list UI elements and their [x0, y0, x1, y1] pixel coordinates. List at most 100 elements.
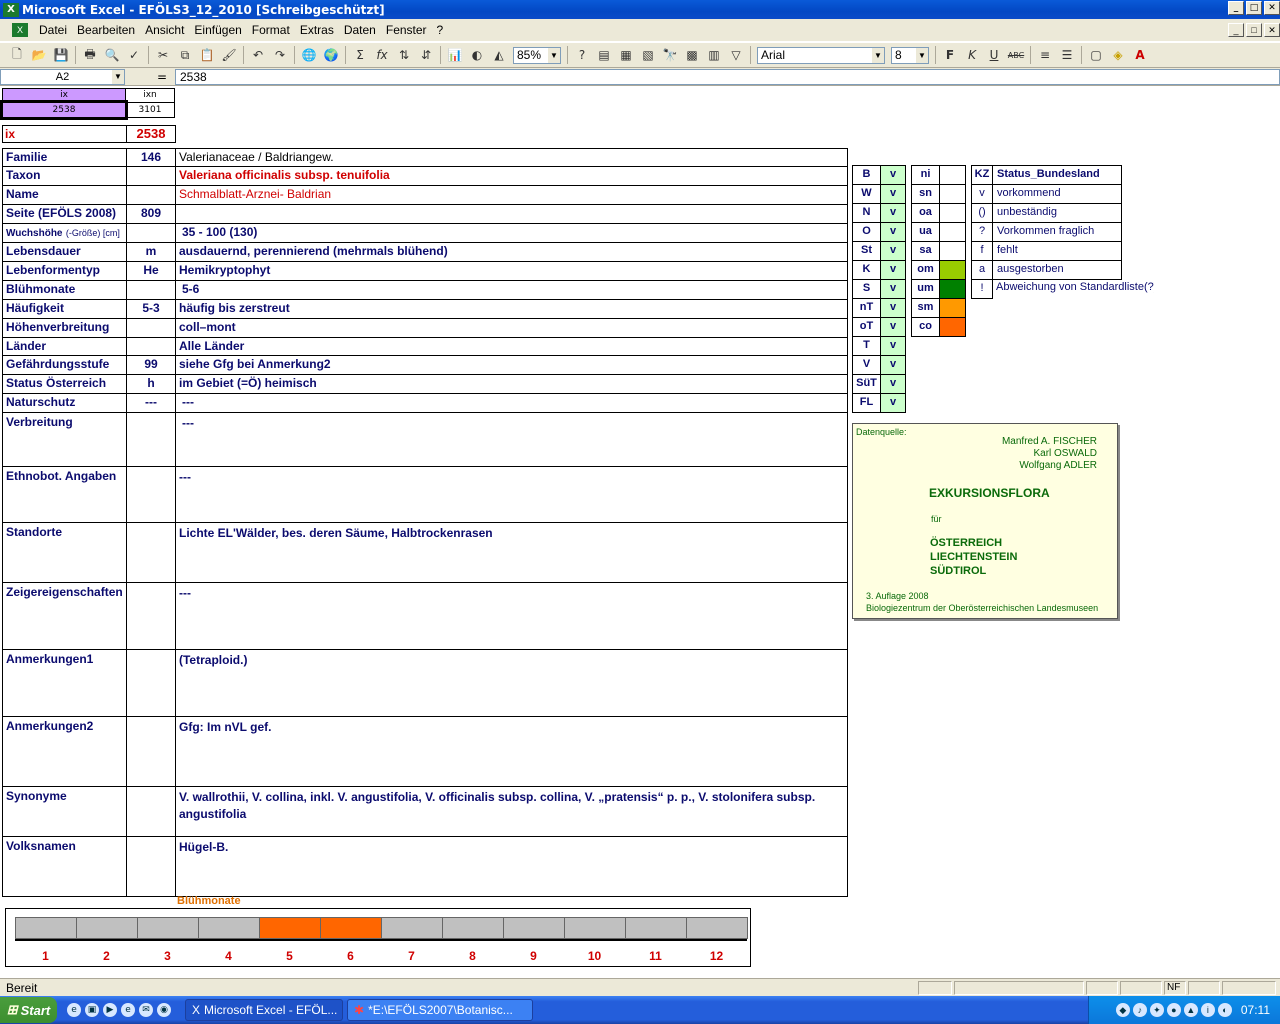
grid-icon[interactable]: ▩	[681, 45, 703, 65]
quicklaunch-icon-2[interactable]: ▣	[85, 1003, 99, 1017]
bundesland-status[interactable]: v	[880, 165, 906, 185]
task-excel[interactable]: X Microsoft Excel - EFÖL...	[185, 999, 343, 1021]
bundesland-status[interactable]: v	[880, 298, 906, 318]
zoom-select[interactable]: 85% ▼	[513, 46, 561, 64]
quicklaunch-icon-6[interactable]: ◉	[157, 1003, 171, 1017]
ix-value[interactable]: 2538	[126, 125, 176, 143]
row-value[interactable]: ---	[175, 393, 848, 413]
menu-item-3[interactable]: Einfügen	[189, 23, 246, 37]
strikethrough-icon[interactable]: ABC	[1005, 45, 1027, 65]
row-code[interactable]	[126, 337, 176, 356]
menu-item-0[interactable]: Datei	[34, 23, 72, 37]
row-code[interactable]	[126, 582, 176, 650]
menu-item-2[interactable]: Ansicht	[140, 23, 189, 37]
map-icon[interactable]: ◐	[466, 45, 488, 65]
row-value[interactable]: 35 - 100 (130)	[175, 223, 848, 243]
doc-close-button[interactable]: ✕	[1264, 23, 1280, 37]
row-code[interactable]	[126, 716, 176, 787]
zone-color[interactable]	[939, 203, 966, 223]
new-icon[interactable]: 🗋	[6, 45, 28, 65]
zone-color[interactable]	[939, 317, 966, 337]
row-value[interactable]: Gfg: Im nVL gef.	[175, 716, 848, 787]
ixn-cell[interactable]: 3101	[125, 102, 175, 118]
row-value[interactable]: Hemikryptophyt	[175, 261, 848, 281]
row-code[interactable]	[126, 185, 176, 205]
tray-icon-5[interactable]: ▲	[1183, 1003, 1198, 1017]
menu-item-5[interactable]: Extras	[295, 23, 339, 37]
zone-color[interactable]	[939, 222, 966, 242]
italic-icon[interactable]: K	[961, 45, 983, 65]
workbook-icon[interactable]: X	[12, 23, 28, 37]
drawing-icon[interactable]: ◭	[488, 45, 510, 65]
name-box[interactable]: A2 ▼	[0, 68, 125, 85]
row-code[interactable]: 99	[126, 355, 176, 375]
close-button[interactable]: ✕	[1264, 1, 1280, 15]
tray-icon-1[interactable]: ◆	[1115, 1003, 1130, 1017]
tray-icon-6[interactable]: i	[1200, 1003, 1215, 1017]
row-code[interactable]	[126, 280, 176, 300]
zone-color[interactable]	[939, 279, 966, 299]
print-icon[interactable]: 🖶	[79, 45, 101, 65]
undo-icon[interactable]: ↶	[247, 45, 269, 65]
menu-item-7[interactable]: Fenster	[381, 23, 432, 37]
zone-color[interactable]	[939, 165, 966, 185]
bold-icon[interactable]: F	[939, 45, 961, 65]
row-value[interactable]: Schmalblatt-Arznei- Baldrian	[175, 185, 848, 205]
zone-color[interactable]	[939, 260, 966, 280]
bundesland-status[interactable]: v	[880, 317, 906, 337]
row-value[interactable]: ---	[175, 466, 848, 523]
row-code[interactable]: 146	[126, 148, 176, 167]
paste-icon[interactable]: 📋	[196, 45, 218, 65]
redo-icon[interactable]: ↷	[269, 45, 291, 65]
align-center-icon[interactable]: ☰	[1056, 45, 1078, 65]
row-code[interactable]	[126, 223, 176, 243]
bundesland-status[interactable]: v	[880, 184, 906, 204]
formula-input[interactable]: 2538	[175, 68, 1280, 85]
row-value[interactable]: im Gebiet (=Ö) heimisch	[175, 374, 848, 394]
quicklaunch-icon-4[interactable]: e	[121, 1003, 135, 1017]
bundesland-status[interactable]: v	[880, 336, 906, 356]
tray-icon-4[interactable]: ●	[1166, 1003, 1181, 1017]
font-select[interactable]: Arial ▼	[757, 46, 885, 64]
row-value[interactable]: (Tetraploid.)	[175, 649, 848, 717]
doc-restore-button[interactable]: □	[1246, 23, 1262, 37]
table-icon[interactable]: ▧	[637, 45, 659, 65]
row-value[interactable]: 5-6	[175, 280, 848, 300]
quicklaunch-icon-1[interactable]: e	[67, 1003, 81, 1017]
maximize-button[interactable]: □	[1246, 1, 1262, 15]
row-code[interactable]	[126, 318, 176, 338]
bundesland-status[interactable]: v	[880, 279, 906, 299]
tray-icon-2[interactable]: ♪	[1132, 1003, 1147, 1017]
menu-item-4[interactable]: Format	[247, 23, 295, 37]
open-icon[interactable]: 📂	[28, 45, 50, 65]
row-code[interactable]	[126, 466, 176, 523]
borders-icon[interactable]: ▢	[1085, 45, 1107, 65]
web-icon[interactable]: 🌍	[320, 45, 342, 65]
menu-item-1[interactable]: Bearbeiten	[72, 23, 140, 37]
zone-color[interactable]	[939, 298, 966, 318]
row-code[interactable]	[126, 166, 176, 186]
bundesland-status[interactable]: v	[880, 355, 906, 375]
sort-icon[interactable]: ⇅	[393, 45, 415, 65]
row-code[interactable]: ---	[126, 393, 176, 413]
print-preview-icon[interactable]: 🔍	[101, 45, 123, 65]
doc-minimize-button[interactable]: _	[1228, 23, 1244, 37]
menu-item-8[interactable]: ?	[432, 23, 449, 37]
row-code[interactable]	[126, 412, 176, 467]
copy-icon[interactable]: ⧉	[174, 45, 196, 65]
fill-color-icon[interactable]: ◈	[1107, 45, 1129, 65]
start-button[interactable]: ⊞ Start	[0, 997, 57, 1023]
row-code[interactable]: 809	[126, 204, 176, 224]
tray-icon-3[interactable]: ✦	[1149, 1003, 1164, 1017]
bundesland-status[interactable]: v	[880, 393, 906, 413]
underline-icon[interactable]: U	[983, 45, 1005, 65]
spellcheck-icon[interactable]: ✓	[123, 45, 145, 65]
zone-color[interactable]	[939, 184, 966, 204]
report-icon[interactable]: ▥	[703, 45, 725, 65]
bundesland-status[interactable]: v	[880, 203, 906, 223]
calc-icon[interactable]: ▦	[615, 45, 637, 65]
row-value[interactable]: Valerianaceae / Baldriangew.	[175, 148, 848, 167]
save-icon[interactable]: 💾	[50, 45, 72, 65]
sort-desc-icon[interactable]: ⇵	[415, 45, 437, 65]
row-value[interactable]: Valeriana officinalis subsp. tenuifolia	[175, 166, 848, 186]
